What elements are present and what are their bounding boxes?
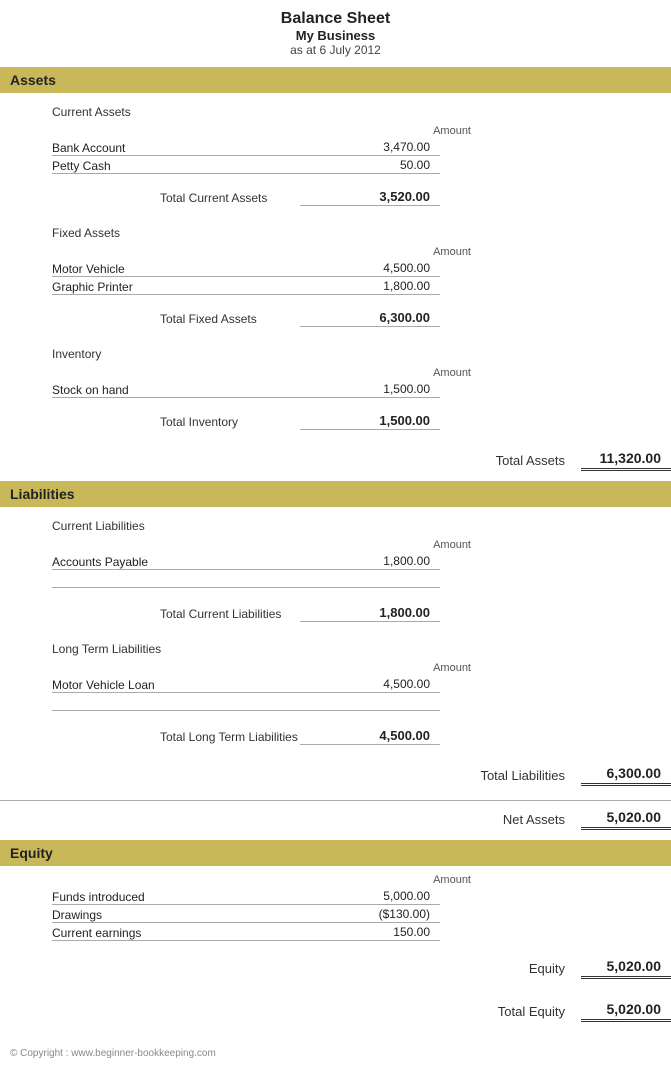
total-current-liabilities-amount: 1,800.00 <box>300 605 440 622</box>
stock-on-hand-label: Stock on hand <box>0 383 300 397</box>
total-assets-label: Total Assets <box>496 453 581 468</box>
list-item: Bank Account 3,470.00 <box>0 139 671 157</box>
total-current-assets-amount: 3,520.00 <box>300 189 440 206</box>
net-assets-label: Net Assets <box>503 812 581 827</box>
blank-line-item <box>0 694 671 714</box>
total-current-assets-label: Total Current Assets <box>0 191 300 205</box>
assets-content: Current Assets Amount Bank Account 3,470… <box>0 93 671 481</box>
total-liabilities-row: Total Liabilities 6,300.00 <box>0 757 671 792</box>
long-term-liabilities-amount-header: Amount <box>0 658 671 676</box>
total-current-assets-row: Total Current Assets 3,520.00 <box>0 183 671 210</box>
inventory-amount-header: Amount <box>0 363 671 381</box>
motor-vehicle-loan-amount: 4,500.00 <box>300 677 440 693</box>
report-header: Balance Sheet My Business as at 6 July 2… <box>0 10 671 57</box>
bank-account-label: Bank Account <box>0 141 300 155</box>
total-inventory-row: Total Inventory 1,500.00 <box>0 407 671 434</box>
current-assets-amount-header: Amount <box>0 121 671 139</box>
net-assets-row: Net Assets 5,020.00 <box>0 800 671 836</box>
report-subtitle: My Business <box>0 28 671 43</box>
list-item: Petty Cash 50.00 <box>0 157 671 175</box>
current-liabilities-amount-header: Amount <box>0 535 671 553</box>
total-fixed-assets-label: Total Fixed Assets <box>0 312 300 326</box>
assets-section-bar: Assets <box>0 67 671 93</box>
report-date: as at 6 July 2012 <box>0 43 671 57</box>
equity-subtotal-row: Equity 5,020.00 <box>0 950 671 985</box>
list-item: Graphic Printer 1,800.00 <box>0 278 671 296</box>
liabilities-content: Current Liabilities Amount Accounts Paya… <box>0 507 671 840</box>
inventory-label: Inventory <box>0 339 671 363</box>
current-assets-label: Current Assets <box>0 97 671 121</box>
drawings-label: Drawings <box>0 908 300 922</box>
total-assets-amount: 11,320.00 <box>581 450 671 471</box>
total-liabilities-amount: 6,300.00 <box>581 765 671 786</box>
total-long-term-liabilities-label: Total Long Term Liabilities <box>0 730 300 744</box>
graphic-printer-label: Graphic Printer <box>0 280 300 294</box>
total-assets-row: Total Assets 11,320.00 <box>0 442 671 477</box>
total-current-liabilities-label: Total Current Liabilities <box>0 607 300 621</box>
equity-amount-header: Amount <box>0 870 671 888</box>
total-fixed-assets-amount: 6,300.00 <box>300 310 440 327</box>
drawings-amount: ($130.00) <box>300 907 440 923</box>
funds-introduced-label: Funds introduced <box>0 890 300 904</box>
total-current-liabilities-row: Total Current Liabilities 1,800.00 <box>0 599 671 626</box>
accounts-payable-amount: 1,800.00 <box>300 554 440 570</box>
total-long-term-liabilities-row: Total Long Term Liabilities 4,500.00 <box>0 722 671 749</box>
accounts-payable-label: Accounts Payable <box>0 555 300 569</box>
fixed-assets-label: Fixed Assets <box>0 218 671 242</box>
total-equity-row: Total Equity 5,020.00 <box>0 993 671 1028</box>
petty-cash-amount: 50.00 <box>300 158 440 174</box>
total-equity-label: Total Equity <box>498 1004 581 1019</box>
list-item: Funds introduced 5,000.00 <box>0 888 671 906</box>
liabilities-section-bar: Liabilities <box>0 481 671 507</box>
current-earnings-label: Current earnings <box>0 926 300 940</box>
equity-subtotal-amount: 5,020.00 <box>581 958 671 979</box>
bank-account-amount: 3,470.00 <box>300 140 440 156</box>
copyright-text: © Copyright : www.beginner-bookkeeping.c… <box>10 1048 216 1059</box>
list-item: Drawings ($130.00) <box>0 906 671 924</box>
graphic-printer-amount: 1,800.00 <box>300 279 440 295</box>
footer: © Copyright : www.beginner-bookkeeping.c… <box>0 1040 671 1063</box>
total-inventory-amount: 1,500.00 <box>300 413 440 430</box>
motor-vehicle-label: Motor Vehicle <box>0 262 300 276</box>
total-liabilities-label: Total Liabilities <box>480 768 581 783</box>
petty-cash-label: Petty Cash <box>0 159 300 173</box>
fixed-assets-amount-header: Amount <box>0 242 671 260</box>
current-liabilities-label: Current Liabilities <box>0 511 671 535</box>
page: Balance Sheet My Business as at 6 July 2… <box>0 0 671 1073</box>
list-item: Motor Vehicle Loan 4,500.00 <box>0 676 671 694</box>
long-term-liabilities-label: Long Term Liabilities <box>0 634 671 658</box>
total-long-term-liabilities-amount: 4,500.00 <box>300 728 440 745</box>
total-equity-amount: 5,020.00 <box>581 1001 671 1022</box>
motor-vehicle-loan-label: Motor Vehicle Loan <box>0 678 300 692</box>
net-assets-amount: 5,020.00 <box>581 809 671 830</box>
current-earnings-amount: 150.00 <box>300 925 440 941</box>
list-item: Accounts Payable 1,800.00 <box>0 553 671 571</box>
list-item: Motor Vehicle 4,500.00 <box>0 260 671 278</box>
equity-section-bar: Equity <box>0 840 671 866</box>
equity-subtotal-label: Equity <box>529 961 581 976</box>
list-item: Current earnings 150.00 <box>0 924 671 942</box>
equity-content: Amount Funds introduced 5,000.00 Drawing… <box>0 866 671 1040</box>
total-fixed-assets-row: Total Fixed Assets 6,300.00 <box>0 304 671 331</box>
total-inventory-label: Total Inventory <box>0 415 300 429</box>
stock-on-hand-amount: 1,500.00 <box>300 382 440 398</box>
funds-introduced-amount: 5,000.00 <box>300 889 440 905</box>
blank-line-item <box>0 571 671 591</box>
report-title: Balance Sheet <box>0 10 671 28</box>
list-item: Stock on hand 1,500.00 <box>0 381 671 399</box>
motor-vehicle-amount: 4,500.00 <box>300 261 440 277</box>
